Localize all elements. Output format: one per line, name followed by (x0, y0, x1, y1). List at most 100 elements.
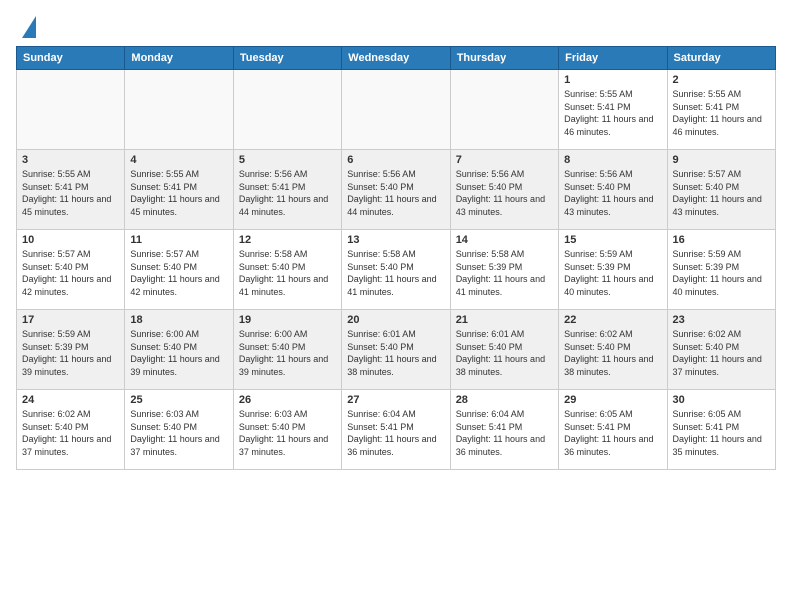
day-info: Sunrise: 6:01 AM Sunset: 5:40 PM Dayligh… (456, 328, 553, 378)
day-info: Sunrise: 5:58 AM Sunset: 5:39 PM Dayligh… (456, 248, 553, 298)
day-info: Sunrise: 6:02 AM Sunset: 5:40 PM Dayligh… (22, 408, 119, 458)
day-info: Sunrise: 5:56 AM Sunset: 5:40 PM Dayligh… (564, 168, 661, 218)
day-info: Sunrise: 5:57 AM Sunset: 5:40 PM Dayligh… (22, 248, 119, 298)
weekday-header-thursday: Thursday (450, 47, 558, 70)
day-number: 4 (130, 154, 227, 166)
day-info: Sunrise: 5:55 AM Sunset: 5:41 PM Dayligh… (673, 88, 770, 138)
day-info: Sunrise: 5:55 AM Sunset: 5:41 PM Dayligh… (22, 168, 119, 218)
day-number: 3 (22, 154, 119, 166)
day-info: Sunrise: 5:55 AM Sunset: 5:41 PM Dayligh… (564, 88, 661, 138)
day-info: Sunrise: 6:01 AM Sunset: 5:40 PM Dayligh… (347, 328, 444, 378)
calendar-cell: 6 Sunrise: 5:56 AM Sunset: 5:40 PM Daylig… (342, 150, 450, 230)
calendar-cell: 4 Sunrise: 5:55 AM Sunset: 5:41 PM Daylig… (125, 150, 233, 230)
weekday-header-sunday: Sunday (17, 47, 125, 70)
calendar-cell: 3 Sunrise: 5:55 AM Sunset: 5:41 PM Daylig… (17, 150, 125, 230)
day-number: 26 (239, 394, 336, 406)
day-info: Sunrise: 6:03 AM Sunset: 5:40 PM Dayligh… (239, 408, 336, 458)
weekday-header-tuesday: Tuesday (233, 47, 341, 70)
day-info: Sunrise: 6:02 AM Sunset: 5:40 PM Dayligh… (673, 328, 770, 378)
calendar-cell: 15 Sunrise: 5:59 AM Sunset: 5:39 PM Dayli… (559, 230, 667, 310)
day-info: Sunrise: 6:00 AM Sunset: 5:40 PM Dayligh… (130, 328, 227, 378)
day-number: 15 (564, 234, 661, 246)
calendar-cell: 28 Sunrise: 6:04 AM Sunset: 5:41 PM Dayli… (450, 390, 558, 470)
calendar-cell: 5 Sunrise: 5:56 AM Sunset: 5:41 PM Daylig… (233, 150, 341, 230)
calendar-cell: 17Sunrise: 5:59 AM Sunset: 5:39 PM Dayli… (17, 310, 125, 390)
day-number: 2 (673, 74, 770, 86)
day-info: Sunrise: 6:05 AM Sunset: 5:41 PM Dayligh… (673, 408, 770, 458)
day-number: 10 (22, 234, 119, 246)
weekday-header-saturday: Saturday (667, 47, 775, 70)
calendar-week-1: 1 Sunrise: 5:55 AM Sunset: 5:41 PM Daylig… (17, 70, 776, 150)
day-number: 19 (239, 314, 336, 326)
day-info: Sunrise: 6:04 AM Sunset: 5:41 PM Dayligh… (347, 408, 444, 458)
day-info: Sunrise: 5:56 AM Sunset: 5:41 PM Dayligh… (239, 168, 336, 218)
day-number: 6 (347, 154, 444, 166)
day-info: Sunrise: 5:59 AM Sunset: 5:39 PM Dayligh… (564, 248, 661, 298)
day-info: Sunrise: 5:56 AM Sunset: 5:40 PM Dayligh… (347, 168, 444, 218)
day-number: 13 (347, 234, 444, 246)
day-info: Sunrise: 5:58 AM Sunset: 5:40 PM Dayligh… (239, 248, 336, 298)
calendar-cell: 20Sunrise: 6:01 AM Sunset: 5:40 PM Dayli… (342, 310, 450, 390)
day-number: 22 (564, 314, 661, 326)
weekday-header-wednesday: Wednesday (342, 47, 450, 70)
calendar-week-4: 17Sunrise: 5:59 AM Sunset: 5:39 PM Dayli… (17, 310, 776, 390)
calendar-cell (125, 70, 233, 150)
calendar-cell: 8 Sunrise: 5:56 AM Sunset: 5:40 PM Daylig… (559, 150, 667, 230)
day-info: Sunrise: 6:05 AM Sunset: 5:41 PM Dayligh… (564, 408, 661, 458)
calendar-cell: 23 Sunrise: 6:02 AM Sunset: 5:40 PM Dayli… (667, 310, 775, 390)
calendar-cell: 18 Sunrise: 6:00 AM Sunset: 5:40 PM Dayli… (125, 310, 233, 390)
calendar-cell: 11Sunrise: 5:57 AM Sunset: 5:40 PM Dayli… (125, 230, 233, 310)
calendar-cell: 13 Sunrise: 5:58 AM Sunset: 5:40 PM Dayli… (342, 230, 450, 310)
day-info: Sunrise: 6:02 AM Sunset: 5:40 PM Dayligh… (564, 328, 661, 378)
calendar-cell: 26 Sunrise: 6:03 AM Sunset: 5:40 PM Dayli… (233, 390, 341, 470)
calendar-body: 1 Sunrise: 5:55 AM Sunset: 5:41 PM Daylig… (17, 70, 776, 470)
day-number: 16 (673, 234, 770, 246)
day-number: 9 (673, 154, 770, 166)
day-info: Sunrise: 5:57 AM Sunset: 5:40 PM Dayligh… (673, 168, 770, 218)
day-info: Sunrise: 6:04 AM Sunset: 5:41 PM Dayligh… (456, 408, 553, 458)
day-info: Sunrise: 5:55 AM Sunset: 5:41 PM Dayligh… (130, 168, 227, 218)
day-info: Sunrise: 5:59 AM Sunset: 5:39 PM Dayligh… (673, 248, 770, 298)
day-info: Sunrise: 5:58 AM Sunset: 5:40 PM Dayligh… (347, 248, 444, 298)
calendar-week-2: 3 Sunrise: 5:55 AM Sunset: 5:41 PM Daylig… (17, 150, 776, 230)
weekday-header-monday: Monday (125, 47, 233, 70)
day-number: 25 (130, 394, 227, 406)
calendar-header: SundayMondayTuesdayWednesdayThursdayFrid… (17, 47, 776, 70)
day-number: 8 (564, 154, 661, 166)
page-header (16, 16, 776, 38)
calendar-cell: 9 Sunrise: 5:57 AM Sunset: 5:40 PM Daylig… (667, 150, 775, 230)
day-number: 27 (347, 394, 444, 406)
calendar-table: SundayMondayTuesdayWednesdayThursdayFrid… (16, 46, 776, 470)
calendar-cell: 12 Sunrise: 5:58 AM Sunset: 5:40 PM Dayli… (233, 230, 341, 310)
calendar-week-5: 24Sunrise: 6:02 AM Sunset: 5:40 PM Dayli… (17, 390, 776, 470)
calendar-cell (342, 70, 450, 150)
day-info: Sunrise: 6:00 AM Sunset: 5:40 PM Dayligh… (239, 328, 336, 378)
calendar-cell (17, 70, 125, 150)
weekday-header-friday: Friday (559, 47, 667, 70)
day-number: 29 (564, 394, 661, 406)
calendar-cell: 25Sunrise: 6:03 AM Sunset: 5:40 PM Dayli… (125, 390, 233, 470)
calendar-cell: 27 Sunrise: 6:04 AM Sunset: 5:41 PM Dayli… (342, 390, 450, 470)
day-number: 28 (456, 394, 553, 406)
day-number: 11 (130, 234, 227, 246)
day-info: Sunrise: 5:56 AM Sunset: 5:40 PM Dayligh… (456, 168, 553, 218)
logo-triangle-icon (22, 16, 36, 38)
day-number: 12 (239, 234, 336, 246)
day-number: 30 (673, 394, 770, 406)
calendar-cell: 14 Sunrise: 5:58 AM Sunset: 5:39 PM Dayli… (450, 230, 558, 310)
day-number: 23 (673, 314, 770, 326)
calendar-cell (233, 70, 341, 150)
calendar-cell: 1 Sunrise: 5:55 AM Sunset: 5:41 PM Daylig… (559, 70, 667, 150)
calendar-cell: 30 Sunrise: 6:05 AM Sunset: 5:41 PM Dayli… (667, 390, 775, 470)
day-number: 18 (130, 314, 227, 326)
day-number: 7 (456, 154, 553, 166)
day-number: 1 (564, 74, 661, 86)
calendar-cell: 2 Sunrise: 5:55 AM Sunset: 5:41 PM Daylig… (667, 70, 775, 150)
calendar-cell: 22 Sunrise: 6:02 AM Sunset: 5:40 PM Dayli… (559, 310, 667, 390)
day-number: 14 (456, 234, 553, 246)
weekday-header-row: SundayMondayTuesdayWednesdayThursdayFrid… (17, 47, 776, 70)
day-number: 5 (239, 154, 336, 166)
day-number: 21 (456, 314, 553, 326)
calendar-cell: 7 Sunrise: 5:56 AM Sunset: 5:40 PM Daylig… (450, 150, 558, 230)
calendar-cell: 10 Sunrise: 5:57 AM Sunset: 5:40 PM Dayli… (17, 230, 125, 310)
